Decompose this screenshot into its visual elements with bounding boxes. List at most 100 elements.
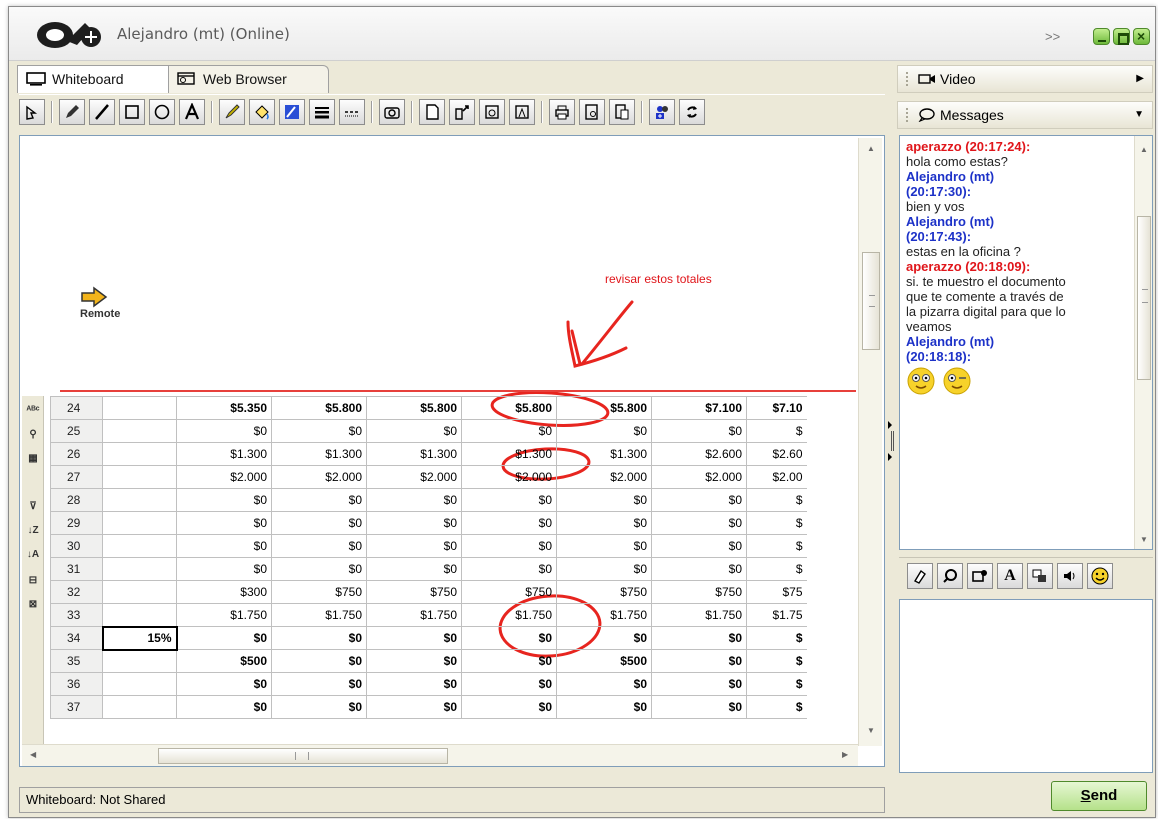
messages-panel-header[interactable]: Messages ▼ [897, 101, 1153, 129]
open-button[interactable] [449, 99, 475, 125]
pointer-tool-button[interactable] [19, 99, 45, 125]
sound-button[interactable] [1057, 563, 1083, 589]
snapshot-button[interactable] [379, 99, 405, 125]
message-sender: aperazzo (20:17:24): [906, 139, 1031, 154]
import-button[interactable] [509, 99, 535, 125]
translate-icon [1032, 569, 1046, 582]
scroll-up-icon[interactable]: ▲ [1140, 142, 1148, 157]
table-cell [102, 419, 177, 443]
message-text: la pizarra digital para que lo [906, 304, 1066, 319]
translate-button[interactable] [1027, 563, 1053, 589]
text-tool-button[interactable] [179, 99, 205, 125]
line-width-button[interactable] [309, 99, 335, 125]
row-number: 32 [50, 580, 103, 604]
page-icon [615, 104, 629, 120]
sound-icon [1064, 571, 1075, 581]
scroll-up-icon[interactable]: ▲ [867, 144, 875, 153]
fill-tool-button[interactable] [249, 99, 275, 125]
refresh-button[interactable] [679, 99, 705, 125]
rectangle-tool-button[interactable] [119, 99, 145, 125]
ellipse-tool-button[interactable] [149, 99, 175, 125]
table-cell: $ [746, 626, 807, 650]
table-cell: $0 [651, 672, 747, 696]
share-button[interactable] [649, 99, 675, 125]
print-preview-button[interactable] [579, 99, 605, 125]
video-panel-header[interactable]: Video ▶ [897, 65, 1153, 93]
close-icon: × [1137, 28, 1146, 44]
table-cell: $0 [461, 649, 557, 673]
table-row: 27 $2.000 $2.000 $2.000 $2.000 $2.000 $2.000 $2… [50, 465, 807, 489]
table-cell: $1.750 [176, 603, 272, 627]
drag-grip-icon [906, 108, 910, 122]
expand-panel-button[interactable]: >> [1045, 29, 1060, 44]
table-cell: $0 [271, 649, 367, 673]
spellcheck-icon[interactable]: ᴬᴮᶜ [24, 402, 42, 420]
eraser-button[interactable] [907, 563, 933, 589]
emoticon-button[interactable] [1087, 563, 1113, 589]
send-button[interactable]: Send [1051, 781, 1147, 811]
save-button[interactable] [479, 99, 505, 125]
winking-face-icon [943, 367, 971, 395]
tab-whiteboard[interactable]: Whiteboard [17, 65, 169, 93]
font-icon: A [1004, 567, 1016, 584]
tab-web-browser[interactable]: Web Browser [169, 65, 329, 93]
whiteboard-horizontal-scrollbar[interactable]: ◀ ▶ [22, 744, 858, 766]
messages-scrollbar[interactable]: ▲ ▼ [1134, 136, 1152, 549]
table-cell: $ [746, 695, 807, 719]
font-style-button[interactable] [937, 563, 963, 589]
line-tool-button[interactable] [89, 99, 115, 125]
table-cell [102, 580, 177, 604]
delete-rows-icon[interactable]: ⊠ [24, 596, 42, 614]
minimize-button[interactable] [1093, 28, 1110, 45]
new-page-button[interactable] [419, 99, 445, 125]
font-button[interactable]: A [997, 563, 1023, 589]
table-cell [102, 603, 177, 627]
print-icon [555, 105, 569, 120]
preview-icon [585, 104, 598, 120]
filter-icon[interactable]: ⊽ [24, 498, 42, 516]
fill-icon [255, 105, 269, 120]
table-cell: $0 [461, 419, 557, 443]
scroll-thumb[interactable] [1137, 216, 1151, 380]
whiteboard-canvas[interactable]: Remote revisar estos totales ᴬᴮᶜ ⚲ ▦ ⊽ ↓… [19, 135, 885, 767]
scroll-down-icon[interactable]: ▼ [1140, 532, 1148, 547]
scroll-down-icon[interactable]: ▼ [867, 726, 875, 735]
row-number: 27 [50, 465, 103, 489]
marker-icon [225, 104, 240, 119]
whiteboard-toolbar [19, 94, 885, 128]
table-cell: $1.750 [366, 603, 462, 627]
page-setup-button[interactable] [609, 99, 635, 125]
scroll-thumb[interactable] [862, 252, 880, 350]
table-cell: $0 [556, 557, 652, 581]
splitter-handle[interactable] [887, 417, 895, 465]
table-cell: $2.000 [651, 465, 747, 489]
table-cell [102, 534, 177, 558]
table-cell: $500 [556, 649, 652, 673]
close-button[interactable]: × [1133, 28, 1150, 45]
camera-icon [384, 107, 400, 119]
browser-icon [177, 72, 195, 85]
find-icon[interactable]: ⚲ [24, 426, 42, 444]
sort-descending-icon[interactable]: ↓A [24, 546, 42, 564]
maximize-button[interactable] [1113, 28, 1130, 45]
print-button[interactable] [549, 99, 575, 125]
table-row: 32 $300 $750 $750 $750 $750 $750 $75 [50, 580, 807, 604]
color-tool-button[interactable] [279, 99, 305, 125]
pencil-tool-button[interactable] [59, 99, 85, 125]
scroll-thumb[interactable] [158, 748, 448, 764]
sort-ascending-icon[interactable]: ↓Z [24, 522, 42, 540]
line-style-button[interactable] [339, 99, 365, 125]
scroll-left-icon[interactable]: ◀ [30, 750, 36, 759]
table-cell: $0 [271, 488, 367, 512]
marker-tool-button[interactable] [219, 99, 245, 125]
table-icon[interactable]: ▦ [24, 450, 42, 468]
whiteboard-vertical-scrollbar[interactable]: ▲ ▼ [858, 138, 882, 746]
outline-icon[interactable]: ⊟ [24, 572, 42, 590]
table-row: 24 $5.350 $5.800 $5.800 $5.800 $5.800 $7.100 $7… [50, 396, 807, 420]
scroll-right-icon[interactable]: ▶ [842, 750, 848, 759]
table-cell: $2.000 [461, 465, 557, 489]
table-cell: $5.800 [271, 396, 367, 420]
message-input[interactable] [899, 599, 1153, 773]
table-cell: $5.800 [366, 396, 462, 420]
emoticon-menu-button[interactable] [967, 563, 993, 589]
